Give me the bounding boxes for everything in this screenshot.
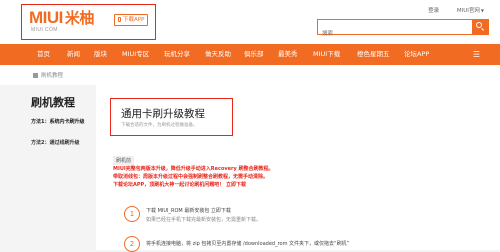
search-input[interactable]	[318, 27, 466, 41]
notice-line: 带取消线包：周版本升级过程中会强制刷整合刷教程，无需手动清除。	[113, 174, 269, 180]
breadcrumb-bar: 刷机教程	[0, 65, 500, 85]
nav-orange-friday[interactable]: 橙色星期五	[357, 44, 390, 65]
nav-show[interactable]: 最美秀	[278, 44, 298, 65]
breadcrumb-current[interactable]: 刷机教程	[41, 73, 63, 79]
login-link[interactable]: 登录	[428, 8, 439, 14]
section-tag: 刷机前	[113, 156, 135, 165]
miui-site-link[interactable]: MIUI官网▼	[449, 8, 484, 14]
nav-boards[interactable]: 版块	[94, 44, 107, 65]
step-note: 如果已经在手机下载完最新安装包，无需重新下载。	[146, 217, 262, 223]
sidebar-item-method2[interactable]: 方法2：通过线刷升级	[31, 139, 79, 146]
miui-site-label: MIUI官网	[456, 8, 480, 14]
nav-miui-download[interactable]: MIUI下载	[313, 44, 340, 65]
logo-subtext: MIUI.COM	[31, 27, 58, 33]
logo-text: MIUI	[29, 8, 63, 27]
notice-line: MIUI完整包两版本升级，降低升级手动进入Recovery 刷整合刷教程。	[113, 166, 274, 172]
search-icon	[476, 22, 482, 28]
nav-news[interactable]: 新闻	[67, 44, 80, 65]
breadcrumb: 刷机教程	[33, 71, 63, 79]
sidebar-title: 刷机教程	[31, 96, 75, 109]
nav-miui-zone[interactable]: MIUI专区	[122, 44, 149, 65]
page-title: 通用卡刷升级教程	[121, 108, 205, 120]
search-button[interactable]	[472, 20, 488, 34]
download-app-button[interactable]: 下载APP	[114, 14, 149, 26]
main-nav: 首页 新闻 版块 MIUI专区 玩机分享 做天反助 俱乐部 最美秀 MIUI下载…	[0, 44, 500, 65]
nav-home[interactable]: 首页	[37, 44, 50, 65]
logo-area[interactable]: MIUI 米柚 MIUI.COM 下载APP	[21, 4, 156, 40]
menu-icon[interactable]: ☰	[473, 50, 480, 59]
nav-help[interactable]: 做天反助	[205, 44, 231, 65]
chevron-down-icon: ▼	[480, 8, 484, 13]
phone-icon	[118, 17, 121, 22]
notice-line[interactable]: 下载论坛APP，顶刷机大神一起讨论刷机问题吧！ 立即下载	[113, 181, 246, 188]
nav-forum-app[interactable]: 论坛APP	[404, 44, 429, 65]
sidebar-item-method1[interactable]: 方法1：系统内卡刷升级	[31, 118, 84, 125]
step-number: 1	[124, 206, 140, 222]
download-app-label: 下载APP	[123, 17, 145, 23]
top-links: 登录 MIUI官网▼	[420, 6, 484, 14]
nav-share[interactable]: 玩机分享	[164, 44, 190, 65]
page-subtitle: 下载合适的文件，为刷机过程做准备。	[121, 123, 198, 128]
search-box	[317, 19, 489, 41]
miui-logo[interactable]: MIUI 米柚	[29, 8, 94, 28]
nav-club[interactable]: 俱乐部	[244, 44, 264, 65]
site-header: MIUI 米柚 MIUI.COM 下载APP 登录 MIUI官网▼	[0, 0, 500, 44]
step-text: 将手机连接电脑，将 zip 包拷贝至内置存储 /downloaded_rom 文…	[146, 241, 350, 247]
logo-cn: 米柚	[64, 9, 95, 27]
title-box: 通用卡刷升级教程 下载合适的文件，为刷机过程做准备。	[110, 98, 233, 136]
step-text: 下载 MIUI_ROM 最新安装包 立即下载	[146, 208, 231, 214]
home-icon[interactable]	[33, 73, 38, 78]
